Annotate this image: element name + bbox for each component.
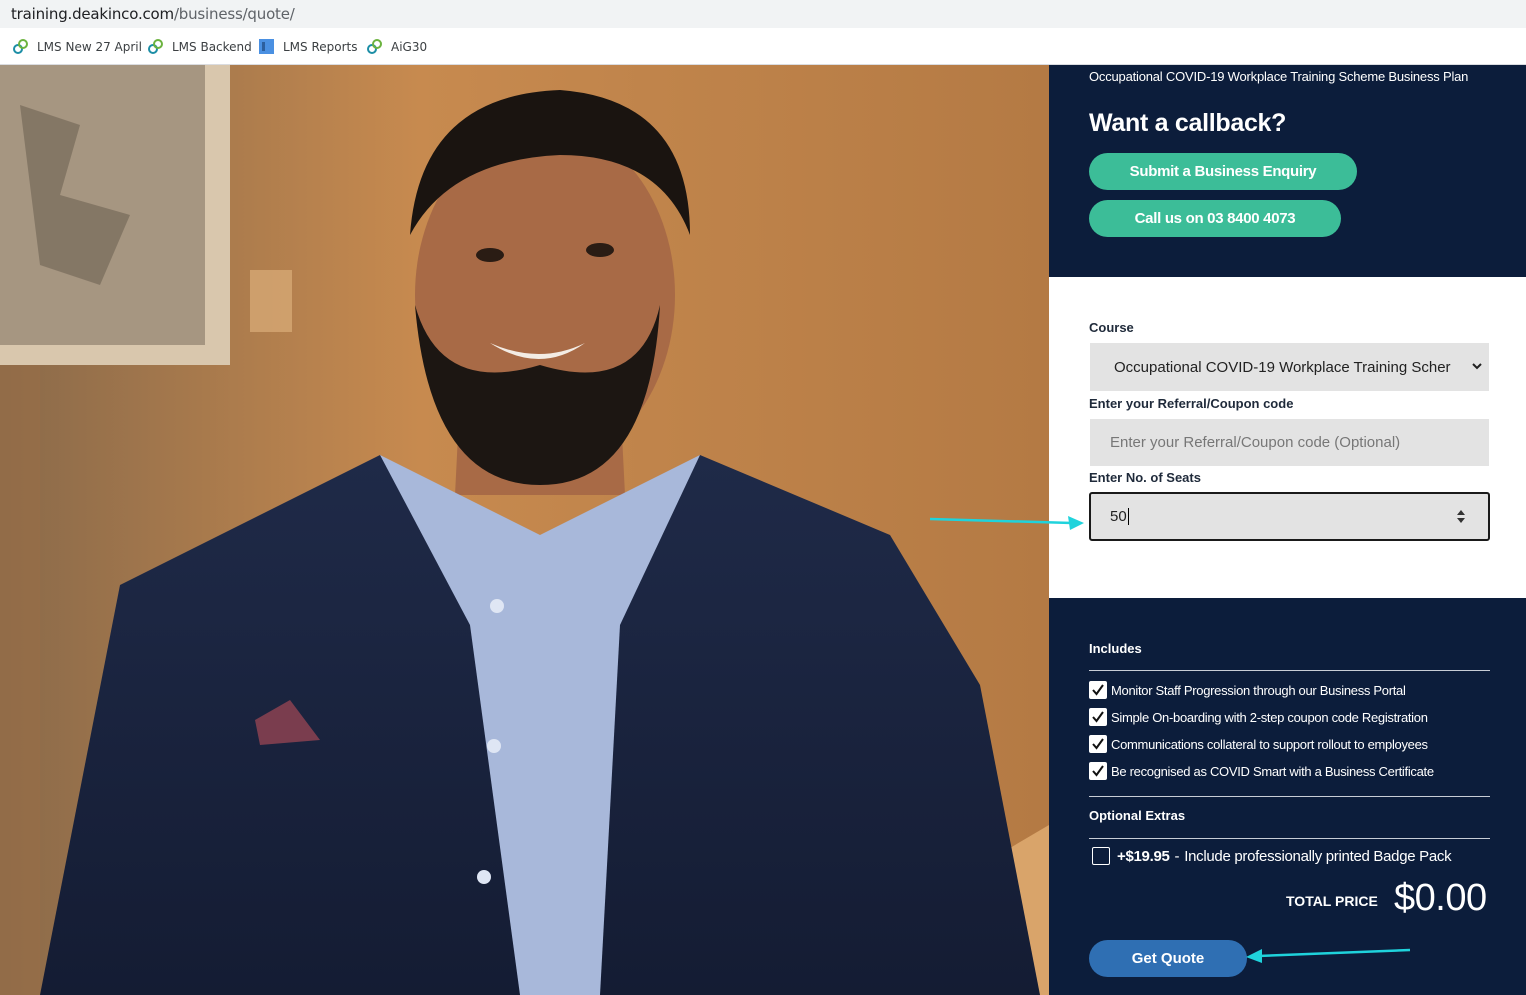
include-item: Monitor Staff Progression through our Bu… <box>1089 680 1406 700</box>
divider <box>1089 796 1490 797</box>
bookmark-aig30[interactable]: AiG30 <box>366 38 427 55</box>
bookmark-lms-reports[interactable]: LMS Reports <box>258 38 358 55</box>
checkmark-icon <box>1092 684 1104 696</box>
checkbox-checked <box>1089 681 1107 699</box>
callback-section: Occupational COVID-19 Workplace Training… <box>1049 65 1526 277</box>
call-us-button[interactable]: Call us on 03 8400 4073 <box>1089 200 1341 237</box>
address-bar[interactable]: training.deakinco.com/business/quote/ <box>0 0 1526 28</box>
seats-input[interactable]: 50 <box>1089 492 1490 541</box>
course-select[interactable]: Occupational COVID-19 Workplace Training… <box>1090 343 1489 391</box>
course-label: Course <box>1089 320 1134 335</box>
badge-pack-price: +$19.95 <box>1117 847 1170 865</box>
chain-link-icon <box>13 39 28 54</box>
coupon-input[interactable]: Enter your Referral/Coupon code (Optiona… <box>1090 419 1489 466</box>
callback-heading: Want a callback? <box>1089 109 1287 137</box>
bookmark-lms-new[interactable]: LMS New 27 April <box>12 38 142 55</box>
badge-pack-separator: - <box>1174 847 1180 865</box>
includes-heading: Includes <box>1089 641 1142 656</box>
badge-pack-option[interactable]: +$19.95 - Include professionally printed… <box>1092 846 1452 866</box>
badge-pack-checkbox[interactable] <box>1092 847 1110 865</box>
optional-extras-heading: Optional Extras <box>1089 808 1186 823</box>
checkmark-icon <box>1092 711 1104 723</box>
submit-enquiry-button[interactable]: Submit a Business Enquiry <box>1089 153 1357 190</box>
report-icon <box>259 39 274 54</box>
quote-form: Course Occupational COVID-19 Workplace T… <box>1049 277 1526 598</box>
chevron-down-icon <box>1472 363 1482 370</box>
course-select-value: Occupational COVID-19 Workplace Training… <box>1114 358 1451 376</box>
chain-link-icon <box>148 39 163 54</box>
include-item: Simple On-boarding with 2-step coupon co… <box>1089 707 1428 727</box>
checkbox-checked <box>1089 735 1107 753</box>
pricing-section: Includes Monitor Staff Progression throu… <box>1049 598 1526 995</box>
include-item: Communications collateral to support rol… <box>1089 734 1428 754</box>
badge-pack-description: Include professionally printed Badge Pac… <box>1184 847 1452 865</box>
number-spinner-icon[interactable] <box>1455 508 1467 525</box>
coupon-placeholder: Enter your Referral/Coupon code (Optiona… <box>1110 434 1401 451</box>
total-price-label: TOTAL PRICE <box>1286 893 1378 909</box>
url-text[interactable]: training.deakinco.com/business/quote/ <box>11 5 295 23</box>
include-item: Be recognised as COVID Smart with a Busi… <box>1089 761 1434 781</box>
divider <box>1089 838 1490 839</box>
plan-title: Occupational COVID-19 Workplace Training… <box>1089 69 1469 84</box>
checkmark-icon <box>1092 738 1104 750</box>
hero-photo <box>0 65 1049 995</box>
hero-photo-illustration <box>0 65 1049 995</box>
seats-value: 50 <box>1110 508 1127 525</box>
checkmark-icon <box>1092 765 1104 777</box>
text-caret <box>1127 508 1129 525</box>
coupon-label: Enter your Referral/Coupon code <box>1089 396 1294 411</box>
seats-label: Enter No. of Seats <box>1089 470 1201 485</box>
divider <box>1089 670 1490 671</box>
checkbox-checked <box>1089 762 1107 780</box>
chain-link-icon <box>367 39 382 54</box>
total-price-value: $0.00 <box>1394 877 1487 919</box>
bookmark-lms-backend[interactable]: LMS Backend <box>147 38 252 55</box>
checkbox-checked <box>1089 708 1107 726</box>
get-quote-button[interactable]: Get Quote <box>1089 940 1247 977</box>
bookmarks-bar: LMS New 27 April LMS Backend LMS Reports… <box>0 28 1526 65</box>
